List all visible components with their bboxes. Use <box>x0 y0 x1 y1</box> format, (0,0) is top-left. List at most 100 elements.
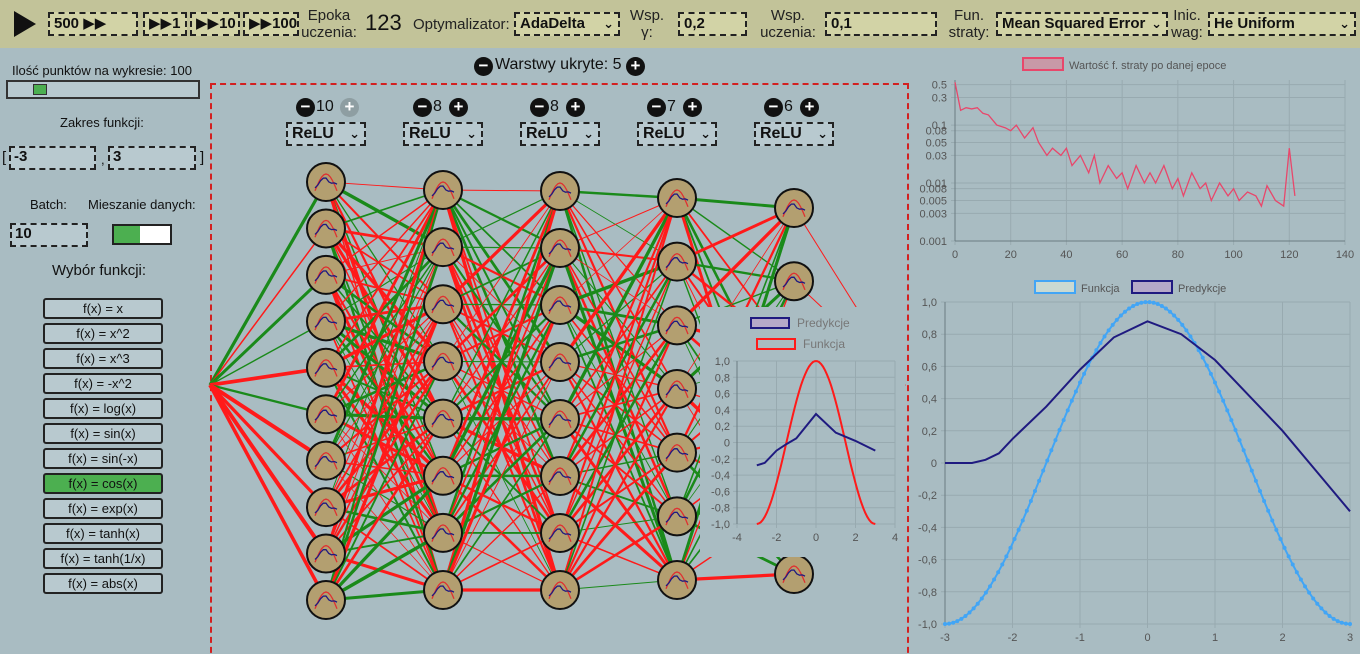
neuron[interactable] <box>306 487 346 528</box>
neuron-count: 8 <box>433 98 442 115</box>
neuron[interactable] <box>657 178 697 218</box>
neuron[interactable] <box>657 496 697 537</box>
neuron[interactable] <box>774 261 814 302</box>
remove-neuron-button[interactable]: − <box>413 98 432 117</box>
neuron[interactable] <box>540 456 580 496</box>
neuron[interactable] <box>306 208 346 249</box>
activation-select[interactable]: ReLU ⌄ <box>403 122 483 146</box>
remove-neuron-button[interactable]: − <box>647 98 666 117</box>
neuron[interactable] <box>423 455 463 496</box>
function-point <box>992 577 997 582</box>
neuron[interactable] <box>423 398 463 439</box>
activation-select[interactable]: ReLU ⌄ <box>520 122 600 146</box>
function-point <box>1176 317 1181 322</box>
neuron-body <box>540 285 580 325</box>
connection <box>208 383 328 509</box>
neuron[interactable] <box>774 188 814 228</box>
add-neuron-button[interactable]: + <box>340 98 359 117</box>
activation-select[interactable]: ReLU ⌄ <box>637 122 717 146</box>
neuron[interactable] <box>423 341 463 382</box>
activation-select[interactable]: ReLU ⌄ <box>754 122 834 146</box>
neuron-body <box>423 570 463 610</box>
y-tick-label: 0.008 <box>919 184 947 196</box>
function-point <box>1298 577 1303 582</box>
neuron-body <box>657 496 697 537</box>
neuron-body <box>423 398 463 439</box>
function-point <box>1041 468 1046 473</box>
y-tick-label: 0,4 <box>715 405 730 417</box>
function-point <box>1016 527 1021 532</box>
neuron-body <box>423 341 463 382</box>
neuron[interactable] <box>423 170 463 210</box>
x-tick-label: -1 <box>1075 632 1085 644</box>
neuron[interactable] <box>540 342 580 382</box>
neuron[interactable] <box>657 560 697 600</box>
neuron[interactable] <box>774 554 814 594</box>
neuron[interactable] <box>423 284 463 325</box>
neuron-body <box>657 560 697 600</box>
neuron[interactable] <box>306 162 346 202</box>
y-tick-label: 0.5 <box>932 80 947 92</box>
neuron-body <box>423 170 463 210</box>
activation-value: ReLU <box>526 125 568 142</box>
function-point <box>1335 619 1340 624</box>
function-point <box>1258 488 1262 493</box>
neuron[interactable] <box>306 301 346 342</box>
neuron[interactable] <box>540 171 580 211</box>
function-point <box>1147 300 1152 305</box>
function-point <box>1127 306 1132 311</box>
function-point <box>1286 554 1291 559</box>
legend-swatch[interactable] <box>1131 280 1173 294</box>
y-tick-label: 0,6 <box>922 361 937 373</box>
legend-swatch[interactable] <box>1022 57 1064 71</box>
y-tick-label: 0,2 <box>715 421 730 433</box>
function-point <box>1061 418 1066 423</box>
neuron-body <box>540 342 580 382</box>
neuron[interactable] <box>540 228 580 268</box>
add-neuron-button[interactable]: + <box>683 98 702 117</box>
function-point <box>1274 527 1279 532</box>
activation-value: ReLU <box>292 125 334 142</box>
legend-label: Wartość f. straty po danej epoce <box>1069 60 1226 72</box>
neuron[interactable] <box>306 580 346 620</box>
neuron[interactable] <box>423 570 463 610</box>
function-point <box>1208 371 1213 376</box>
y-tick-label: 0 <box>724 438 730 450</box>
neuron[interactable] <box>423 227 463 268</box>
add-neuron-button[interactable]: + <box>449 98 468 117</box>
neuron[interactable] <box>306 440 346 481</box>
neuron[interactable] <box>423 512 463 553</box>
neuron[interactable] <box>540 399 580 439</box>
function-point <box>1102 334 1107 339</box>
neuron-body <box>657 178 697 218</box>
y-tick-label: 0,8 <box>922 329 937 341</box>
add-neuron-button[interactable]: + <box>800 98 819 117</box>
remove-neuron-button[interactable]: − <box>296 98 315 117</box>
neuron[interactable] <box>657 369 697 409</box>
neuron[interactable] <box>540 285 580 325</box>
neuron[interactable] <box>306 533 346 574</box>
neuron[interactable] <box>657 241 697 282</box>
neuron-count: 6 <box>784 98 793 115</box>
activation-select[interactable]: ReLU ⌄ <box>286 122 366 146</box>
neuron[interactable] <box>540 570 580 610</box>
neuron[interactable] <box>306 394 346 435</box>
neuron[interactable] <box>306 347 346 388</box>
function-point <box>1180 322 1185 327</box>
chevron-down-icon: ⌄ <box>700 126 711 141</box>
x-tick-label: 120 <box>1280 249 1298 261</box>
y-tick-label: -0,8 <box>711 503 730 515</box>
function-point <box>1159 303 1164 308</box>
neuron[interactable] <box>306 254 346 295</box>
remove-neuron-button[interactable]: − <box>530 98 549 117</box>
function-point <box>1188 334 1193 339</box>
legend-swatch[interactable] <box>1034 280 1076 294</box>
function-point <box>1073 389 1078 394</box>
neuron[interactable] <box>657 432 697 473</box>
remove-neuron-button[interactable]: − <box>764 98 783 117</box>
function-point <box>1168 309 1172 314</box>
y-tick-label: 0,2 <box>922 426 937 438</box>
neuron[interactable] <box>540 513 580 553</box>
add-neuron-button[interactable]: + <box>566 98 585 117</box>
neuron[interactable] <box>657 305 697 346</box>
